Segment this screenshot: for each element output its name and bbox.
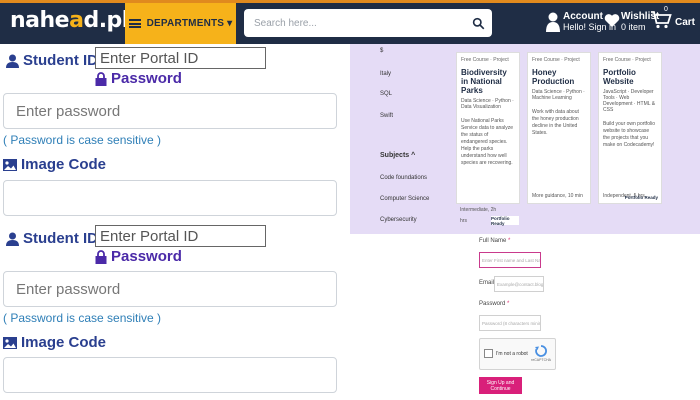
password-signup-input[interactable] bbox=[479, 315, 541, 331]
image-code-label-text: Image Code bbox=[21, 156, 107, 173]
portal-id-input[interactable] bbox=[95, 225, 266, 247]
recaptcha-brand: reCAPTCHA bbox=[531, 358, 551, 362]
cart-icon[interactable] bbox=[650, 8, 672, 30]
password-signup-label: Password * bbox=[479, 301, 509, 307]
course-tag: Free Course · Project bbox=[532, 57, 580, 63]
password-input[interactable] bbox=[3, 93, 337, 129]
sidebar-item[interactable]: Italy bbox=[380, 71, 391, 77]
password-hint: ( Password is case sensitive ) bbox=[3, 133, 162, 147]
header-top-stripe bbox=[0, 0, 700, 3]
course-meta: Data Science · Python · Machine Learning bbox=[532, 89, 585, 101]
portal-id-input[interactable] bbox=[95, 47, 266, 69]
sidebar-item[interactable]: $ bbox=[380, 48, 383, 54]
sidebar-item[interactable]: Swift bbox=[380, 113, 393, 119]
sidebar-item[interactable]: SQL bbox=[380, 91, 392, 97]
sidebar-item[interactable]: Cybersecurity bbox=[380, 217, 417, 223]
recaptcha-logo: reCAPTCHA bbox=[531, 345, 551, 362]
required-mark: * bbox=[508, 238, 511, 244]
password-signup-label-text: Password bbox=[479, 301, 506, 307]
image-code-box[interactable] bbox=[3, 357, 337, 393]
course-meta: Data Science · Python · Data Visualizati… bbox=[461, 98, 514, 110]
course-title: Biodiversity in National Parks bbox=[461, 68, 507, 95]
portfolio-badge: Portfolio Ready bbox=[624, 195, 658, 200]
logo-text-main: nahe bbox=[10, 8, 70, 33]
course-card[interactable]: Free Course · Project Biodiversity in Na… bbox=[456, 52, 520, 204]
password-hint: ( Password is case sensitive ) bbox=[3, 311, 162, 325]
image-icon bbox=[3, 336, 17, 349]
course-title: Portfolio Website bbox=[603, 68, 636, 86]
course-card[interactable]: Free Course · Project Portfolio Website … bbox=[598, 52, 662, 204]
lock-icon bbox=[95, 71, 107, 86]
student-id-label: Student ID bbox=[6, 52, 98, 69]
course-card[interactable]: Free Course · Project Honey Production D… bbox=[527, 52, 591, 204]
cart-label: Cart bbox=[675, 17, 696, 28]
course-description: Work with data about the honey productio… bbox=[532, 109, 579, 136]
departments-button[interactable]: DEPARTMENTS ▾ bbox=[125, 3, 236, 44]
cart-count-badge: 0 bbox=[664, 6, 668, 13]
password-label: Password bbox=[95, 70, 182, 87]
course-footer: More guidance, 10 min bbox=[532, 193, 583, 199]
full-name-label-text: Full Name bbox=[479, 238, 507, 244]
image-code-label: Image Code bbox=[3, 156, 106, 173]
logo-text-accent: a bbox=[69, 8, 84, 33]
course-footer-extra: hrs bbox=[460, 218, 467, 224]
search-button[interactable] bbox=[464, 9, 492, 37]
search-icon bbox=[472, 17, 484, 29]
heart-icon[interactable] bbox=[604, 13, 620, 28]
portfolio-badge: Portfolio Ready bbox=[491, 216, 519, 226]
departments-label: DEPARTMENTS ▾ bbox=[146, 18, 233, 29]
recaptcha-icon bbox=[535, 345, 548, 357]
course-description: Use National Parks Service data to analy… bbox=[461, 118, 513, 166]
lock-icon bbox=[95, 249, 107, 264]
recaptcha-label: I'm not a robot bbox=[496, 351, 528, 357]
user-icon bbox=[6, 232, 19, 246]
image-icon bbox=[3, 158, 17, 171]
email-label-text: Email bbox=[479, 280, 495, 286]
recaptcha-checkbox[interactable] bbox=[484, 349, 493, 358]
course-description: Build your own portfolio website to show… bbox=[603, 121, 655, 148]
student-id-label: Student ID bbox=[6, 230, 98, 247]
password-input[interactable] bbox=[3, 271, 337, 307]
user-icon bbox=[6, 54, 19, 68]
course-meta: JavaScript · Developer Tools · Web Devel… bbox=[603, 89, 656, 113]
sidebar-subjects-heading[interactable]: Subjects ^ bbox=[380, 152, 415, 159]
image-code-box[interactable] bbox=[3, 180, 337, 216]
recaptcha-widget: I'm not a robot reCAPTCHA bbox=[479, 338, 556, 370]
required-mark: * bbox=[507, 301, 510, 307]
search-input[interactable] bbox=[244, 9, 464, 37]
password-label-text: Password bbox=[111, 70, 182, 87]
cart-link[interactable]: Cart bbox=[675, 17, 695, 28]
site-logo[interactable]: nahead.pk bbox=[10, 8, 136, 33]
sidebar-item[interactable]: Computer Science bbox=[380, 196, 429, 202]
full-name-label: Full Name * bbox=[479, 238, 510, 244]
student-id-label-text: Student ID bbox=[23, 52, 98, 69]
password-label: Password bbox=[95, 248, 182, 265]
password-label-text: Password bbox=[111, 248, 182, 265]
full-name-input[interactable] bbox=[479, 252, 541, 268]
hamburger-icon bbox=[128, 19, 141, 28]
course-title: Honey Production bbox=[532, 68, 575, 86]
site-header: nahead.pk DEPARTMENTS ▾ Account Hello! S… bbox=[0, 0, 700, 44]
image-code-label: Image Code bbox=[3, 334, 106, 351]
wishlist-count: 0 item bbox=[621, 22, 646, 32]
image-code-label-text: Image Code bbox=[21, 334, 107, 351]
user-icon[interactable] bbox=[546, 12, 560, 32]
course-panel: $ Italy SQL Swift Subjects ^ Code founda… bbox=[350, 44, 700, 234]
course-footer: Intermediate, 2h bbox=[460, 207, 497, 213]
sidebar-item[interactable]: Code foundations bbox=[380, 175, 427, 181]
course-tag: Free Course · Project bbox=[461, 57, 509, 63]
student-id-label-text: Student ID bbox=[23, 230, 98, 247]
course-tag: Free Course · Project bbox=[603, 57, 651, 63]
sign-up-button[interactable]: Sign Up and Continue bbox=[479, 377, 522, 394]
email-input[interactable] bbox=[494, 276, 544, 292]
search-box bbox=[244, 9, 492, 37]
